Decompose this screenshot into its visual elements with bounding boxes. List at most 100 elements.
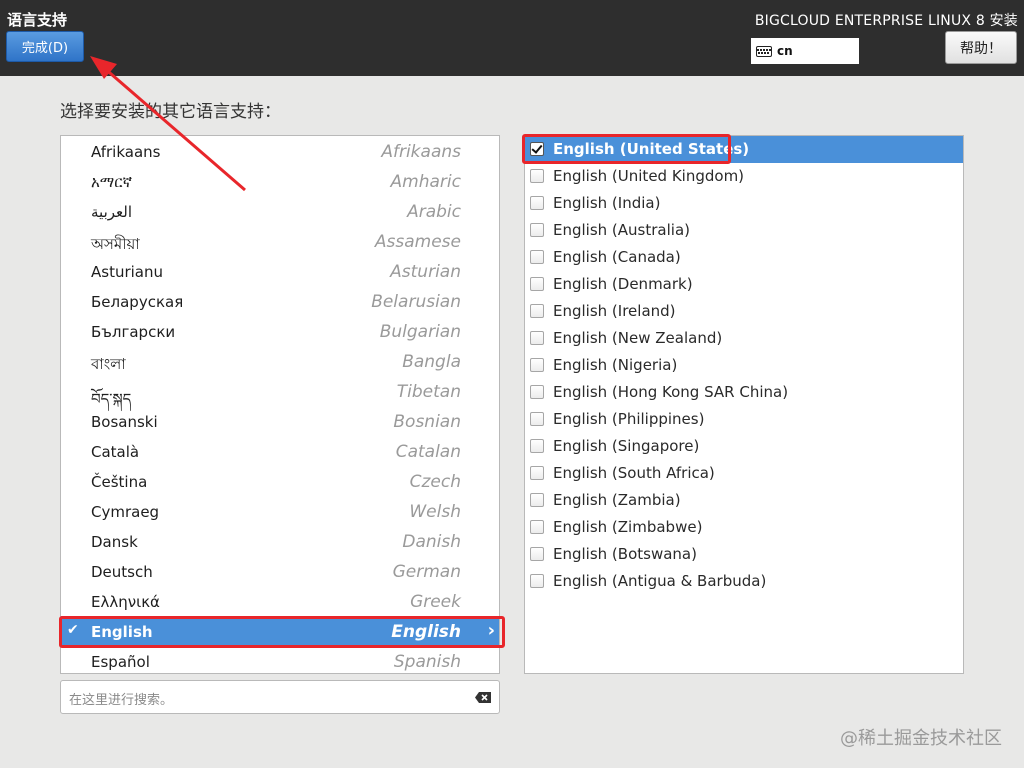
language-native-name: Español: [91, 653, 150, 671]
locale-checkbox[interactable]: [530, 250, 544, 264]
language-native-name: Ελληνικά: [91, 593, 160, 611]
locale-label: English (India): [553, 194, 661, 212]
language-row[interactable]: Čeština Czech: [61, 466, 499, 496]
keyboard-layout-indicator[interactable]: cn: [751, 38, 859, 64]
language-row[interactable]: Dansk Danish: [61, 526, 499, 556]
language-row[interactable]: Bosanski Bosnian: [61, 406, 499, 436]
language-native-name: Dansk: [91, 533, 138, 551]
locale-row[interactable]: English (Botswana): [525, 541, 963, 568]
locale-label: English (Hong Kong SAR China): [553, 383, 789, 401]
language-native-name: বাংলা: [91, 355, 126, 373]
locale-label: English (Ireland): [553, 302, 676, 320]
language-english-name: Greek: [410, 592, 461, 612]
locale-checkbox[interactable]: [530, 277, 544, 291]
locale-row[interactable]: English (United Kingdom): [525, 163, 963, 190]
locale-row[interactable]: English (Canada): [525, 244, 963, 271]
language-english-name: Danish: [402, 532, 461, 552]
language-row[interactable]: Asturianu Asturian: [61, 256, 499, 286]
language-english-name: Asturian: [390, 262, 461, 282]
search-input[interactable]: 在这里进行搜索。: [60, 680, 500, 714]
language-row[interactable]: العربية Arabic: [61, 196, 499, 226]
locale-checkbox[interactable]: [530, 466, 544, 480]
language-row[interactable]: Беларуская Belarusian: [61, 286, 499, 316]
language-native-name: Беларуская: [91, 293, 184, 311]
locale-label: English (Denmark): [553, 275, 693, 293]
help-button[interactable]: 帮助！: [945, 31, 1017, 64]
locale-row[interactable]: English (Zimbabwe): [525, 514, 963, 541]
locale-label: English (South Africa): [553, 464, 715, 482]
locale-checkbox[interactable]: [530, 493, 544, 507]
language-english-name: Czech: [409, 472, 461, 492]
locale-row[interactable]: English (Zambia): [525, 487, 963, 514]
locale-row[interactable]: English (Ireland): [525, 298, 963, 325]
locale-row[interactable]: English (Nigeria): [525, 352, 963, 379]
language-native-name: العربية: [91, 203, 132, 221]
locale-checkbox[interactable]: [530, 412, 544, 426]
locale-label: English (Singapore): [553, 437, 700, 455]
language-native-name: አማርኛ: [91, 173, 133, 191]
locale-row[interactable]: English (Philippines): [525, 406, 963, 433]
language-row[interactable]: Български Bulgarian: [61, 316, 499, 346]
locale-row[interactable]: English (Antigua & Barbuda): [525, 568, 963, 595]
header-bar: 语言支持 完成(D) BIGCLOUD ENTERPRISE LINUX 8 安…: [0, 0, 1024, 76]
language-english-name: Afrikaans: [381, 142, 461, 162]
language-row[interactable]: Afrikaans Afrikaans: [61, 136, 499, 166]
language-row[interactable]: বাংলা Bangla: [61, 346, 499, 376]
locale-checkbox[interactable]: [530, 547, 544, 561]
locale-label: English (Zambia): [553, 491, 681, 509]
language-native-name: Cymraeg: [91, 503, 160, 521]
locale-row[interactable]: English (Denmark): [525, 271, 963, 298]
language-english-name: Catalan: [395, 442, 461, 462]
watermark: @稀土掘金技术社区: [840, 728, 1002, 749]
language-english-name: Arabic: [407, 202, 461, 222]
language-row[interactable]: አማርኛ Amharic: [61, 166, 499, 196]
language-row[interactable]: Català Catalan: [61, 436, 499, 466]
search-placeholder: 在这里进行搜索。: [69, 693, 174, 708]
language-prompt: 选择要安装的其它语言支持：: [60, 102, 281, 122]
locale-checkbox[interactable]: [530, 439, 544, 453]
language-english-name: Welsh: [409, 502, 461, 522]
locale-label: English (Botswana): [553, 545, 697, 563]
language-native-name: Deutsch: [91, 563, 153, 581]
locale-checkbox[interactable]: [530, 331, 544, 345]
locale-row[interactable]: English (Hong Kong SAR China): [525, 379, 963, 406]
language-row[interactable]: Español Spanish: [61, 646, 499, 673]
locale-checkbox[interactable]: [530, 358, 544, 372]
locale-row[interactable]: English (India): [525, 190, 963, 217]
locale-checkbox[interactable]: [530, 196, 544, 210]
language-list[interactable]: Afrikaans Afrikaans አማርኛ Amharic العربية Arab…: [60, 135, 500, 674]
language-row[interactable]: Ελληνικά Greek: [61, 586, 499, 616]
language-english-name: Spanish: [393, 652, 461, 672]
locale-label: English (United Kingdom): [553, 167, 745, 185]
keyboard-icon: [756, 45, 772, 57]
locale-checkbox[interactable]: [530, 574, 544, 588]
locale-label: English (Zimbabwe): [553, 518, 703, 536]
locale-row[interactable]: English (South Africa): [525, 460, 963, 487]
locale-label: English (Philippines): [553, 410, 705, 428]
locale-list[interactable]: English (United States) English (United K…: [524, 135, 964, 674]
language-native-name: Български: [91, 323, 176, 341]
clear-search-icon[interactable]: [475, 692, 491, 703]
locale-label: English (New Zealand): [553, 329, 723, 347]
language-row[interactable]: བོད་སྐད Tibetan: [61, 376, 499, 408]
language-row[interactable]: Cymraeg Welsh: [61, 496, 499, 526]
language-row[interactable]: অসমীয়া Assamese: [61, 226, 499, 256]
locale-checkbox[interactable]: [530, 304, 544, 318]
locale-checkbox[interactable]: [530, 520, 544, 534]
locale-checkbox[interactable]: [530, 385, 544, 399]
product-title: BIGCLOUD ENTERPRISE LINUX 8 安装: [754, 13, 1018, 29]
done-button[interactable]: 完成(D): [6, 31, 84, 62]
locale-checkbox[interactable]: [530, 223, 544, 237]
language-native-name: Asturianu: [91, 263, 164, 281]
locale-checkbox[interactable]: [530, 169, 544, 183]
language-row[interactable]: Deutsch German: [61, 556, 499, 586]
language-english-name: Tibetan: [396, 382, 461, 402]
locale-row[interactable]: English (New Zealand): [525, 325, 963, 352]
language-english-name: Amharic: [390, 172, 461, 192]
locale-label: English (Australia): [553, 221, 690, 239]
locale-row[interactable]: English (Singapore): [525, 433, 963, 460]
annotation-box-english: [59, 616, 505, 648]
locale-row[interactable]: English (Australia): [525, 217, 963, 244]
spoke-title: 语言支持: [7, 11, 68, 29]
locale-label: English (Nigeria): [553, 356, 678, 374]
